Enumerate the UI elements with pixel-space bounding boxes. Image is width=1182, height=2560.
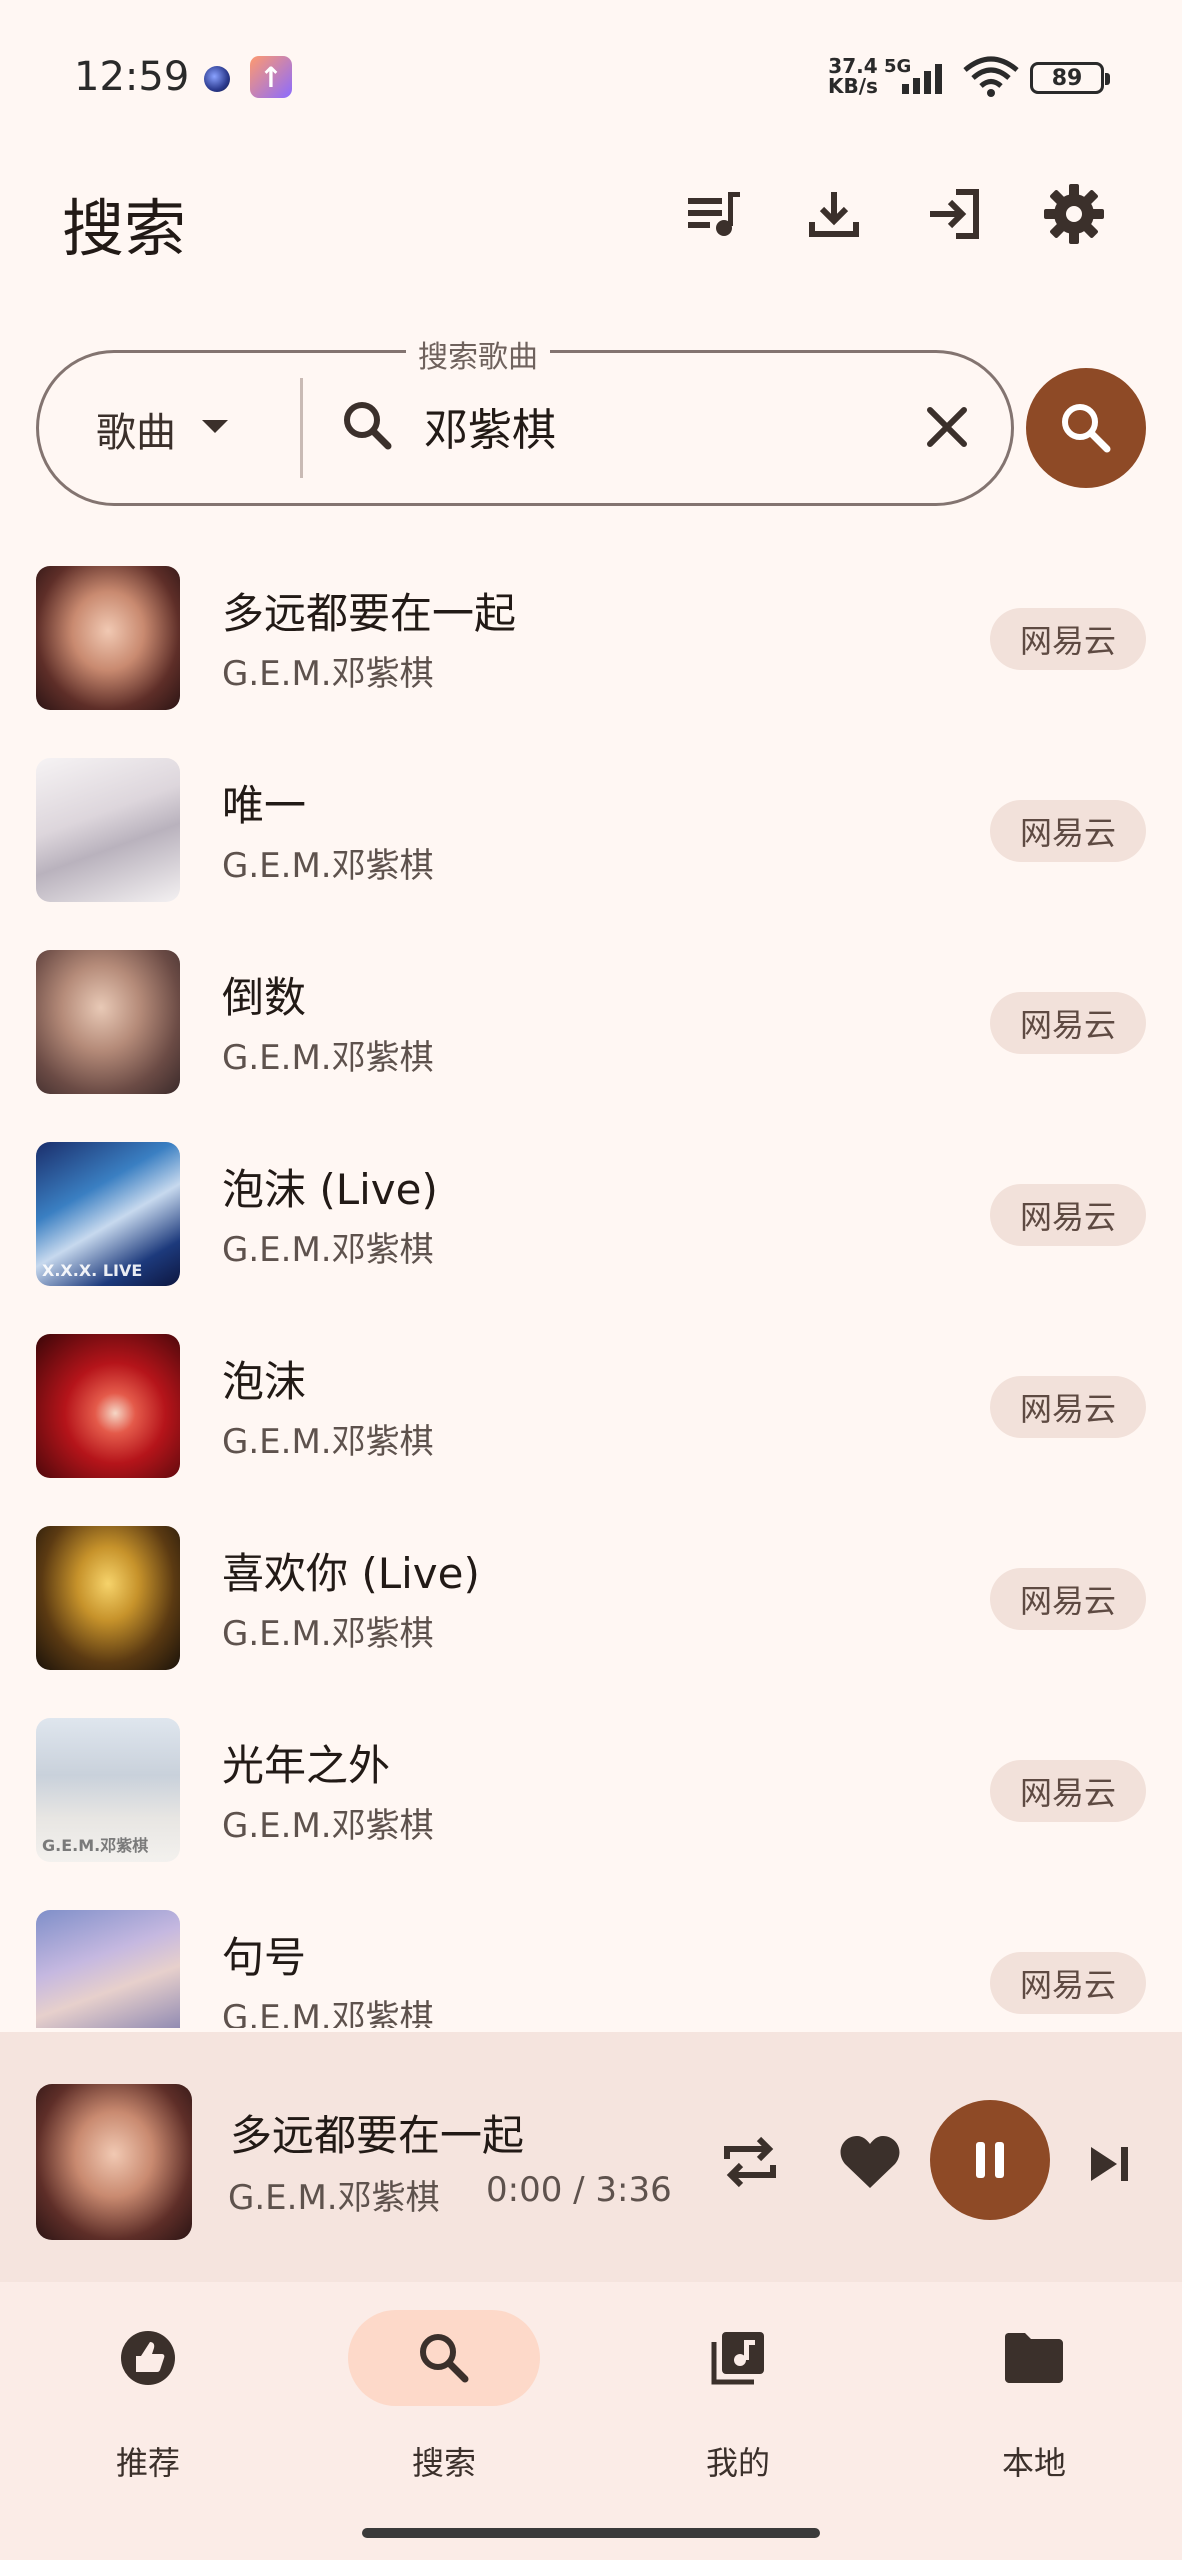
search-legend: 搜索歌曲 — [406, 332, 550, 376]
source-badge[interactable]: 网易云 — [990, 1184, 1146, 1246]
now-playing-cover — [36, 2084, 192, 2240]
home-indicator[interactable] — [362, 2528, 820, 2538]
heart-icon[interactable] — [834, 2130, 906, 2194]
nav-item-search[interactable]: 搜索 — [344, 2310, 544, 2500]
song-title: 泡沫 (Live) — [222, 1165, 438, 1214]
album-cover — [36, 950, 180, 1094]
album-cover — [36, 758, 180, 902]
skip-next-icon[interactable] — [1082, 2136, 1138, 2192]
nav-label: 我的 — [705, 2444, 770, 2482]
now-playing-title: 多远都要在一起 — [230, 2111, 525, 2160]
page-title: 搜索 — [62, 192, 187, 265]
nav-pill — [938, 2310, 1130, 2406]
source-badge[interactable]: 网易云 — [990, 608, 1146, 670]
album-cover: G.E.M.邓紫棋 — [36, 1718, 180, 1862]
gear-icon[interactable] — [1038, 178, 1110, 250]
song-artist: G.E.M.邓紫棋 — [222, 1806, 434, 1846]
search-input[interactable] — [424, 394, 904, 458]
playback-time: 0:00 / 3:36 — [486, 2170, 672, 2210]
queue-music-icon[interactable] — [678, 178, 750, 250]
pause-icon — [976, 2142, 1004, 2178]
song-artist: G.E.M.邓紫棋 — [222, 654, 434, 694]
search-results-list: 多远都要在一起 G.E.M.邓紫棋 网易云 唯一 G.E.M.邓紫棋 网易云 倒… — [0, 560, 1182, 2028]
song-artist: G.E.M.邓紫棋 — [222, 1038, 434, 1078]
nav-label: 推荐 — [115, 2444, 180, 2482]
chevron-down-icon[interactable] — [202, 420, 228, 433]
search-icon — [1062, 404, 1111, 453]
song-title: 句号 — [222, 1933, 307, 1982]
song-artist: G.E.M.邓紫棋 — [222, 1230, 434, 1270]
song-row[interactable]: 喜欢你 (Live) G.E.M.邓紫棋 网易云 — [0, 1520, 1182, 1712]
source-badge[interactable]: 网易云 — [990, 1376, 1146, 1438]
album-cover — [36, 1334, 180, 1478]
nav-pill — [52, 2310, 244, 2406]
song-row[interactable]: 唯一 G.E.M.邓紫棋 网易云 — [0, 752, 1182, 944]
nav-label: 本地 — [1001, 2444, 1066, 2482]
song-artist: G.E.M.邓紫棋 — [222, 846, 434, 886]
source-badge[interactable]: 网易云 — [990, 1952, 1146, 2014]
album-cover — [36, 1910, 180, 2028]
song-title: 光年之外 — [222, 1741, 391, 1790]
status-bar: 12:59 ↑ 37.4 KB/s 5G 89 — [0, 0, 1182, 150]
status-time: 12:59 — [74, 54, 190, 100]
close-icon[interactable] — [920, 400, 974, 454]
album-cover — [36, 1526, 180, 1670]
login-icon[interactable] — [918, 178, 990, 250]
nav-pill — [642, 2310, 834, 2406]
nav-item-recommend[interactable]: 推荐 — [48, 2310, 248, 2500]
download-icon[interactable] — [798, 178, 870, 250]
repeat-icon[interactable] — [714, 2130, 786, 2194]
upload-app-icon: ↑ — [250, 56, 292, 98]
album-cover-text: X.X.X. LIVE — [42, 1261, 143, 1280]
search-icon — [420, 2334, 469, 2383]
song-artist: G.E.M.邓紫棋 — [222, 1422, 434, 1462]
song-title: 倒数 — [222, 973, 307, 1022]
source-badge[interactable]: 网易云 — [990, 992, 1146, 1054]
song-artist: G.E.M.邓紫棋 — [222, 1998, 434, 2028]
song-row[interactable]: G.E.M.邓紫棋 光年之外 G.E.M.邓紫棋 网易云 — [0, 1712, 1182, 1904]
song-title: 泡沫 — [222, 1357, 307, 1406]
song-row[interactable]: X.X.X. LIVE 泡沫 (Live) G.E.M.邓紫棋 网易云 — [0, 1136, 1182, 1328]
source-badge[interactable]: 网易云 — [990, 1760, 1146, 1822]
music-search-screen: 12:59 ↑ 37.4 KB/s 5G 89 搜索 搜索歌曲 歌曲 邓紫棋 多… — [0, 0, 1182, 2560]
nav-label: 搜索 — [411, 2444, 476, 2482]
now-playing-artist: G.E.M.邓紫棋 — [228, 2178, 440, 2218]
nav-item-mine[interactable]: 我的 — [638, 2310, 838, 2500]
folder-icon — [1005, 2333, 1063, 2383]
source-badge[interactable]: 网易云 — [990, 800, 1146, 862]
song-title: 多远都要在一起 — [222, 589, 517, 638]
network-speed: 37.4 KB/s — [828, 54, 878, 98]
battery-indicator: 89 — [1030, 62, 1110, 94]
search-divider — [300, 378, 303, 478]
search-button[interactable] — [1026, 368, 1146, 488]
search-icon — [344, 402, 392, 450]
nav-pill-active — [348, 2310, 540, 2406]
nav-item-local[interactable]: 本地 — [934, 2310, 1134, 2500]
song-title: 喜欢你 (Live) — [222, 1549, 480, 1598]
song-row[interactable]: 多远都要在一起 G.E.M.邓紫棋 网易云 — [0, 560, 1182, 752]
signal-icon — [902, 64, 942, 94]
thumb-up-icon — [121, 2331, 175, 2385]
album-cover — [36, 566, 180, 710]
song-row[interactable]: 倒数 G.E.M.邓紫棋 网易云 — [0, 944, 1182, 1136]
wifi-icon — [963, 56, 1019, 97]
bottom-navigation: 推荐 搜索 我的 本地 — [0, 2282, 1182, 2560]
search-type-dropdown[interactable]: 歌曲 — [96, 400, 176, 458]
song-artist: G.E.M.邓紫棋 — [222, 1614, 434, 1654]
app-notification-icon — [204, 66, 230, 92]
mini-player[interactable]: 多远都要在一起 G.E.M.邓紫棋 0:00 / 3:36 — [0, 2032, 1182, 2282]
pause-button[interactable] — [930, 2100, 1050, 2220]
album-cover-text: G.E.M.邓紫棋 — [42, 1836, 149, 1855]
song-row[interactable]: 泡沫 G.E.M.邓紫棋 网易云 — [0, 1328, 1182, 1520]
source-badge[interactable]: 网易云 — [990, 1568, 1146, 1630]
song-row[interactable]: 句号 G.E.M.邓紫棋 网易云 — [0, 1904, 1182, 2028]
library-music-icon — [711, 2332, 764, 2385]
album-cover: X.X.X. LIVE — [36, 1142, 180, 1286]
song-title: 唯一 — [222, 781, 307, 830]
